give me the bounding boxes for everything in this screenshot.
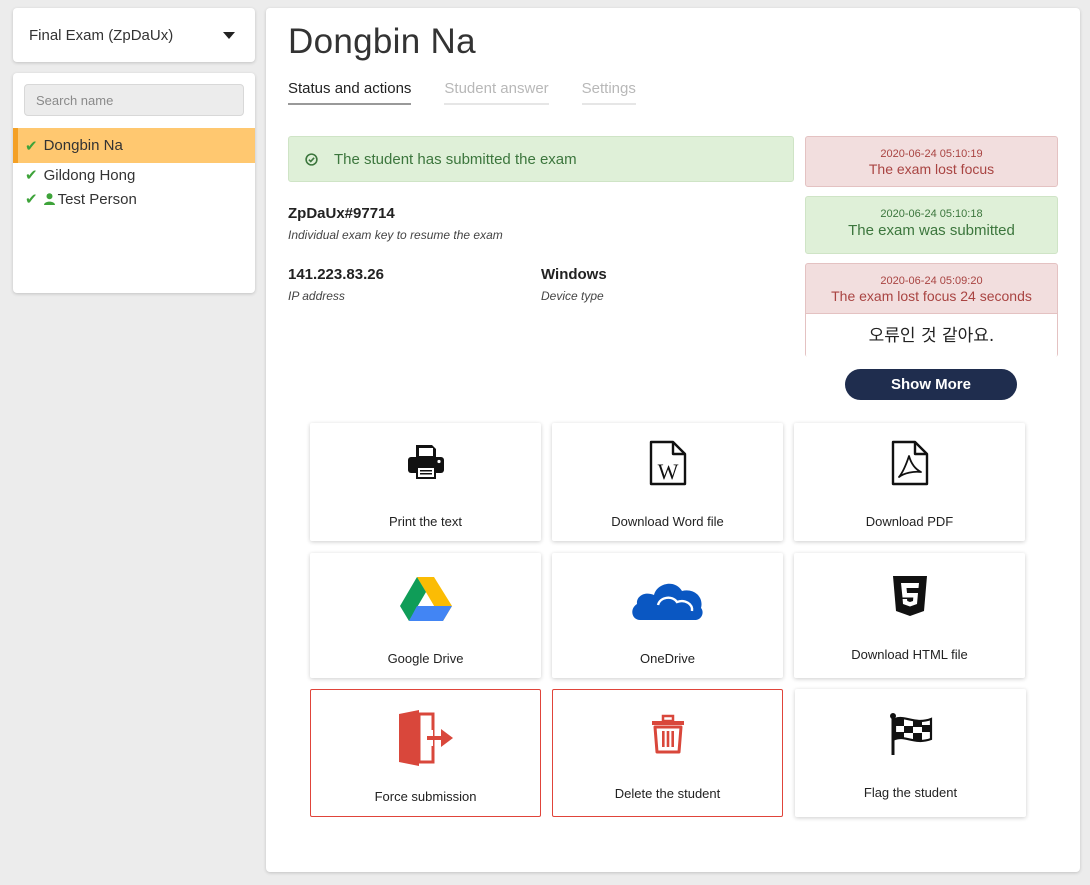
exam-key-value: ZpDaUx#97714 [288,205,395,222]
student-item-test-person[interactable]: ✔ Test Person [13,187,255,211]
html5-icon [794,575,1025,617]
tile-label: Print the text [389,514,462,529]
ip-address-label: IP address [288,289,345,303]
exit-icon [311,710,540,766]
force-submission-button[interactable]: Force submission [310,689,541,817]
tab-status-and-actions[interactable]: Status and actions [288,80,412,105]
device-type-label: Device type [541,289,604,303]
checkered-flag-icon [795,713,1026,755]
event-timestamp: 2020-06-24 05:09:20 [880,275,983,287]
event-timestamp: 2020-06-24 05:10:19 [880,148,983,160]
event-message: The exam lost focus [868,161,995,177]
student-list: ✔ Dongbin Na ✔ Gildong Hong ✔ Test Perso… [13,128,255,211]
google-drive-button[interactable]: Google Drive [310,553,541,678]
event-item: 2020-06-24 05:10:18 The exam was submitt… [805,196,1058,254]
tile-label: Download HTML file [851,647,968,662]
tab-bar: Status and actions Student answer Settin… [288,80,636,105]
event-message: The exam was submitted [848,222,1015,239]
status-alert-text: The student has submitted the exam [334,150,577,168]
event-timestamp: 2020-06-24 05:10:18 [880,208,983,220]
event-message: The exam lost focus 24 seconds [831,288,1032,304]
printer-icon [310,441,541,483]
tile-label: OneDrive [640,651,695,666]
check-icon: ✔ [25,191,38,208]
search-name-input[interactable] [24,84,244,116]
show-more-button[interactable]: Show More [845,369,1017,400]
flag-student-button[interactable]: Flag the student [795,689,1026,817]
tile-label: Download PDF [865,514,954,529]
student-name: Gildong Hong [43,166,136,184]
student-item-dongbin-na[interactable]: ✔ Dongbin Na [13,128,255,163]
student-list-panel: ✔ Dongbin Na ✔ Gildong Hong ✔ Test Perso… [13,73,255,293]
google-drive-icon [310,575,541,621]
tile-label: Delete the student [614,786,721,801]
tile-label: Download Word file [611,514,724,529]
exam-key-block: ZpDaUx#97714 Individual exam key to resu… [288,205,503,242]
pdf-file-icon [794,440,1025,486]
tab-student-answer[interactable]: Student answer [444,80,549,105]
ip-address-block: 141.223.83.26 IP address [288,266,384,303]
onedrive-button[interactable]: OneDrive [552,553,783,678]
device-type-block: Windows Device type [541,266,607,303]
download-html-button[interactable]: Download HTML file [794,553,1025,678]
exam-key-label: Individual exam key to resume the exam [288,228,503,242]
tile-label: Flag the student [863,785,958,800]
check-circle-icon [305,152,318,166]
event-note: 오류인 것 같아요. [806,313,1057,358]
tile-label: Google Drive [387,651,464,666]
ip-address-value: 141.223.83.26 [288,266,384,283]
word-file-icon: W [552,440,783,486]
exam-select-value: Final Exam (ZpDaUx) [29,26,174,44]
student-name: Dongbin Na [43,137,123,154]
delete-student-button[interactable]: Delete the student [552,689,783,817]
submitted-status-alert: The student has submitted the exam [288,136,794,182]
check-icon: ✔ [25,137,38,155]
print-text-button[interactable]: Print the text [310,423,541,541]
download-pdf-button[interactable]: Download PDF [794,423,1025,541]
onedrive-icon [552,575,783,623]
device-type-value: Windows [541,266,607,283]
event-item: 2020-06-24 05:10:19 The exam lost focus [805,136,1058,187]
exam-select-dropdown[interactable]: Final Exam (ZpDaUx) [13,8,255,62]
event-item: 2020-06-24 05:09:20 The exam lost focus … [805,263,1058,358]
person-icon [43,193,55,205]
check-icon: ✔ [25,167,38,184]
caret-down-icon [223,32,235,39]
student-item-gildong-hong[interactable]: ✔ Gildong Hong [13,163,255,187]
tab-settings[interactable]: Settings [581,80,636,105]
tile-label: Force submission [374,789,477,804]
student-detail-panel: Dongbin Na Status and actions Student an… [266,8,1080,872]
student-name: Test Person [57,190,137,208]
page-title: Dongbin Na [288,22,476,61]
trash-icon [553,714,782,754]
download-word-button[interactable]: W Download Word file [552,423,783,541]
svg-text:W: W [657,459,678,484]
